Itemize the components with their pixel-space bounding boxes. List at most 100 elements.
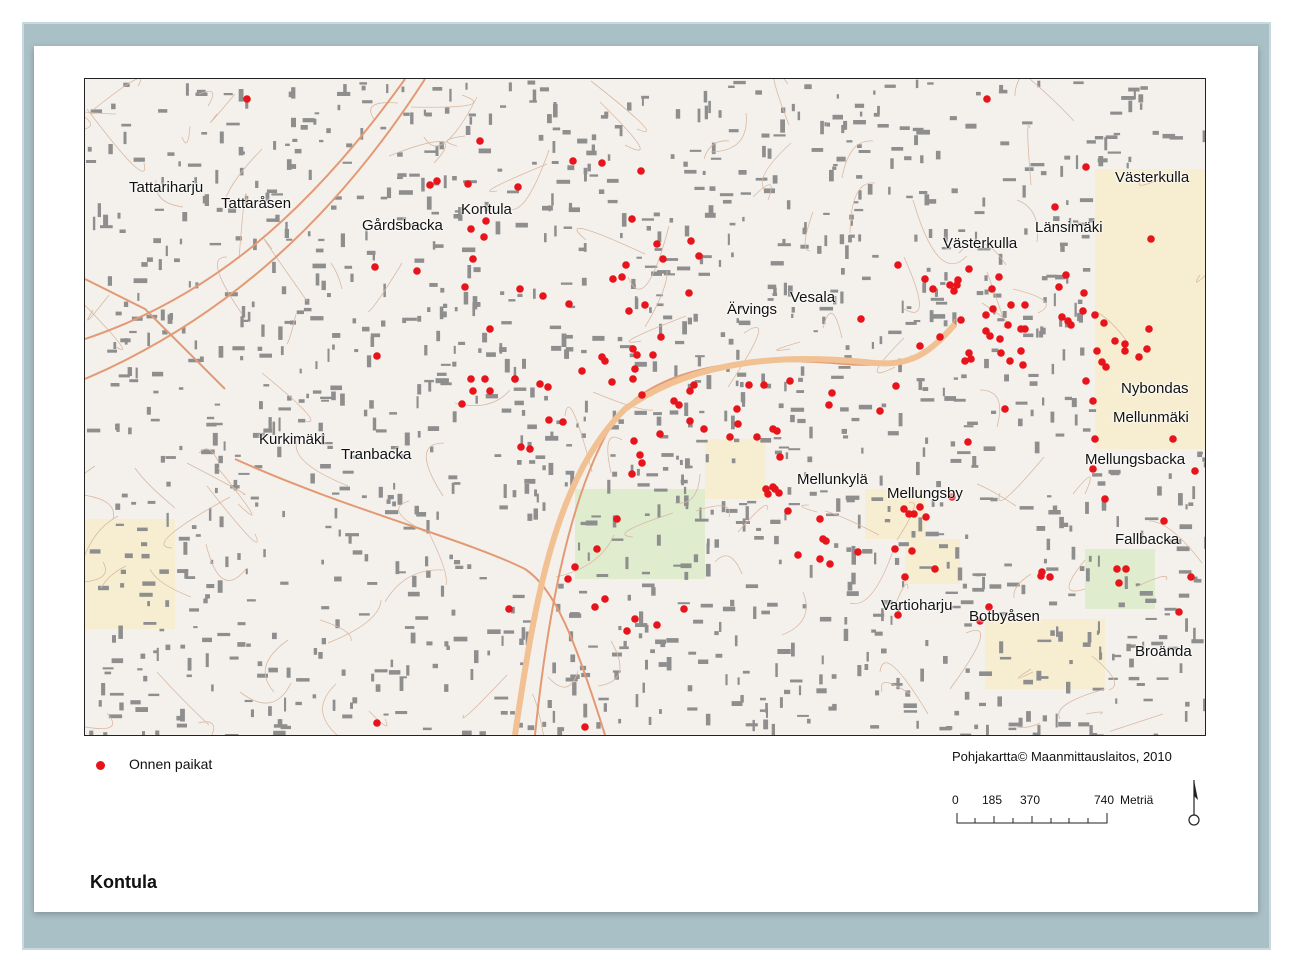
happy-place-point [916, 342, 924, 350]
happy-place-point [628, 470, 636, 478]
happy-place-point [426, 181, 434, 189]
scale-unit: Metriä [1120, 793, 1154, 807]
happy-place-point [1113, 565, 1121, 573]
happy-place-point [776, 453, 784, 461]
happy-place-point [559, 418, 567, 426]
happy-place-point [753, 433, 761, 441]
happy-place-point [1038, 568, 1046, 576]
happy-place-point [601, 595, 609, 603]
happy-place-point [458, 400, 466, 408]
happy-place-point [623, 627, 631, 635]
happy-place-point [571, 563, 579, 571]
happy-place-point [950, 287, 958, 295]
happy-place-point [961, 357, 969, 365]
happy-place-point [461, 283, 469, 291]
happy-place-point [1100, 319, 1108, 327]
happy-place-point [581, 723, 589, 731]
happy-place-point [1122, 565, 1130, 573]
open-field-area [1095, 169, 1205, 449]
happy-place-point [653, 621, 661, 629]
happy-place-point [481, 375, 489, 383]
legend-label: Onnen paikat [129, 756, 213, 772]
happy-place-point [591, 603, 599, 611]
place-label: Broända [1135, 643, 1192, 660]
happy-place-point [786, 377, 794, 385]
happy-place-point [486, 325, 494, 333]
happy-place-point [629, 375, 637, 383]
happy-place-point [936, 333, 944, 341]
basemap-credit: Pohjakartta© Maanmittauslaitos, 2010 [952, 749, 1172, 764]
happy-place-point [656, 430, 664, 438]
happy-place-point [1191, 467, 1199, 475]
happy-place-point [901, 573, 909, 581]
happy-place-point [464, 180, 472, 188]
happy-place-point [469, 255, 477, 263]
happy-place-point [773, 427, 781, 435]
place-label: Vartioharju [881, 597, 953, 614]
happy-place-point [733, 405, 741, 413]
happy-place-point [1169, 435, 1177, 443]
happy-place-point [957, 316, 965, 324]
happy-place-point [469, 387, 477, 395]
happy-place-point [476, 137, 484, 145]
happy-place-point [1062, 271, 1070, 279]
place-label: Tattariharju [129, 179, 204, 196]
happy-place-point [816, 555, 824, 563]
happy-place-point [965, 265, 973, 273]
north-arrow-icon [1188, 780, 1200, 826]
happy-place-point [480, 233, 488, 241]
happy-place-point [695, 252, 703, 260]
happy-place-point [659, 255, 667, 263]
happy-place-point [1021, 301, 1029, 309]
place-label: Tattaråsen [221, 195, 292, 212]
scale-tick-label: 740 [1094, 793, 1115, 807]
happy-place-point [900, 505, 908, 513]
happy-place-point [964, 438, 972, 446]
happy-place-point [1147, 235, 1155, 243]
happy-place-point [467, 225, 475, 233]
happy-place-point [1006, 357, 1014, 365]
scale-bar: 0 185 370 740 Metriä [952, 793, 1153, 827]
happy-place-point [609, 275, 617, 283]
happy-place-point [983, 95, 991, 103]
happy-place-point [760, 381, 768, 389]
happy-place-point [1101, 495, 1109, 503]
happy-place-point [511, 375, 519, 383]
happy-place-point [608, 378, 616, 386]
place-label: Länsimäki [1035, 219, 1103, 236]
happy-place-point [854, 548, 862, 556]
happy-place-point [931, 565, 939, 573]
scale-bar-graphic [956, 813, 1108, 824]
happy-place-point [373, 719, 381, 727]
place-label: Mellungsby [887, 485, 963, 502]
happy-place-point [892, 382, 900, 390]
happy-place-point [631, 365, 639, 373]
happy-place-point [433, 177, 441, 185]
basemap [85, 79, 1205, 735]
happy-place-point [1080, 289, 1088, 297]
happy-place-point [657, 333, 665, 341]
happy-place-point [996, 335, 1004, 343]
happy-place-point [486, 387, 494, 395]
place-label: Kurkimäki [259, 431, 325, 448]
happy-place-point [891, 545, 899, 553]
happy-place-point [636, 451, 644, 459]
happy-place-point [516, 285, 524, 293]
happy-place-point [876, 407, 884, 415]
place-label: Botbyåsen [969, 608, 1040, 625]
happy-place-point [1067, 321, 1075, 329]
map-panel[interactable]: Tattariharju Tattaråsen Gårdsbacka Kontu… [84, 78, 1206, 736]
happy-place-point [700, 425, 708, 433]
place-label: Mellungsbacka [1085, 451, 1186, 468]
happy-place-point [628, 215, 636, 223]
happy-place-point [1082, 377, 1090, 385]
happy-place-point [822, 537, 830, 545]
happy-place-point [1021, 325, 1029, 333]
happy-place-point [916, 503, 924, 511]
happy-place-point [539, 292, 547, 300]
happy-place-point [1007, 301, 1015, 309]
happy-place-point [1143, 345, 1151, 353]
happy-place-point [687, 237, 695, 245]
happy-place-point [1093, 347, 1101, 355]
place-label: Västerkulla [943, 235, 1018, 252]
